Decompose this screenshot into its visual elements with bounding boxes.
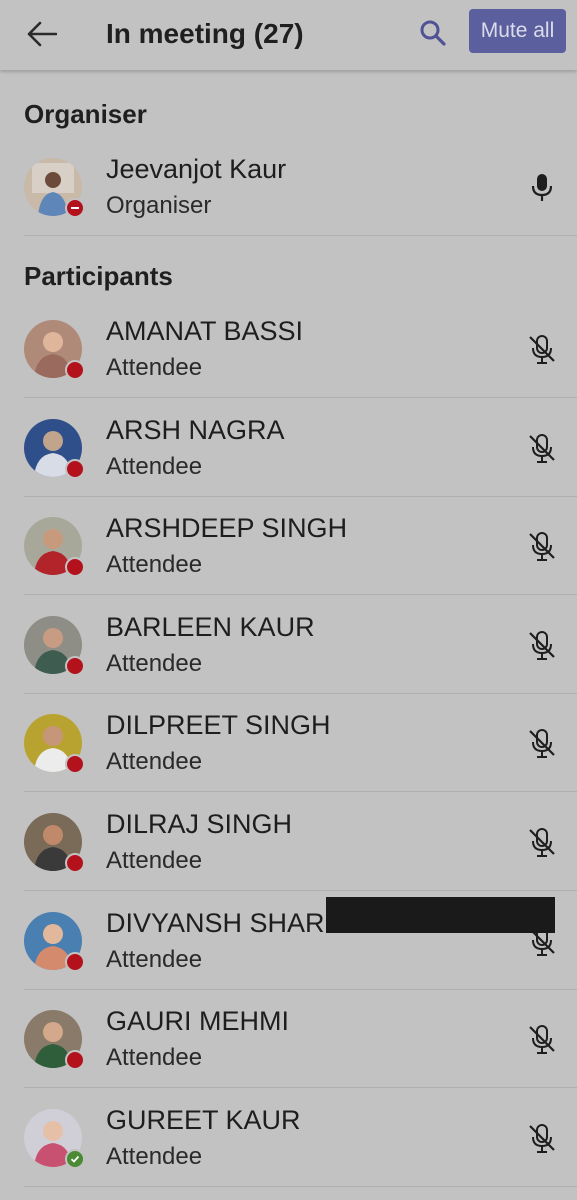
- participant-row[interactable]: GAURI MEHMI Attendee: [0, 990, 577, 1089]
- busy-status-icon: [65, 1050, 85, 1071]
- busy-status-icon: [65, 754, 85, 775]
- organiser-section-title: Organiser: [24, 99, 147, 129]
- participant-name: ARSH NAGRA: [106, 414, 285, 445]
- avatar: [24, 714, 85, 775]
- back-button[interactable]: [22, 14, 62, 54]
- microphone-off-icon: [529, 532, 555, 562]
- search-button[interactable]: [412, 12, 454, 54]
- microphone-off-icon: [529, 729, 555, 759]
- participant-row-organiser[interactable]: Jeevanjot Kaur Organiser: [0, 138, 577, 236]
- participant-role: Attendee: [106, 551, 203, 579]
- participant-name: GAURI MEHMI: [106, 1006, 290, 1037]
- participant-role: Attendee: [106, 945, 203, 973]
- avatar: [24, 911, 85, 972]
- busy-status-icon: [65, 655, 85, 676]
- participant-row[interactable]: ARSHDEEP SINGH Attendee: [0, 497, 577, 596]
- participant-name: DIVYANSH SHAR: [106, 907, 325, 938]
- arrow-left-icon: [27, 21, 57, 47]
- participant-name: BARLEEN KAUR: [106, 611, 315, 642]
- search-icon: [420, 20, 446, 46]
- participant-role: Attendee: [106, 354, 203, 381]
- avatar: [24, 1108, 85, 1169]
- avatar: [24, 517, 85, 578]
- avatar: [24, 320, 85, 380]
- microphone-off-icon: [529, 433, 555, 463]
- participant-name: Jeevanjot Kaur: [106, 154, 287, 184]
- participant-name: DILPREET SINGH: [106, 710, 331, 741]
- participant-row[interactable]: DILRAJ SINGH Attendee: [0, 793, 577, 891]
- participant-row[interactable]: ARSH NAGRA Attendee: [0, 399, 577, 497]
- avatar: [24, 615, 85, 676]
- microphone-off-icon: [529, 828, 555, 857]
- participant-row[interactable]: GUREET KAUR Attendee: [0, 1089, 577, 1187]
- participant-role: Attendee: [106, 748, 203, 776]
- participant-role: Organiser: [106, 192, 212, 219]
- available-status-icon: [65, 1148, 85, 1169]
- mute-all-button[interactable]: Mute all: [469, 9, 566, 53]
- participant-row[interactable]: AMANAT BASSI Attendee: [0, 300, 577, 398]
- divider: [24, 1185, 577, 1187]
- participant-name: GUREET KAUR: [106, 1104, 301, 1135]
- participant-name: AMANAT BASSI: [106, 316, 304, 346]
- microphone-icon: [531, 174, 553, 201]
- participant-row[interactable]: DILPREET SINGH Attendee: [0, 694, 577, 793]
- participant-name: DILRAJ SINGH: [106, 809, 293, 839]
- avatar: [24, 158, 85, 218]
- page-title: In meeting (27): [106, 18, 304, 49]
- participant-row[interactable]: BARLEEN KAUR Attendee: [0, 596, 577, 694]
- participant-role: Attendee: [106, 452, 203, 480]
- participant-role: Attendee: [106, 1142, 203, 1170]
- participant-role: Attendee: [106, 847, 203, 874]
- busy-status-icon: [65, 951, 85, 972]
- participant-role: Attendee: [106, 649, 203, 677]
- avatar: [24, 418, 85, 479]
- microphone-off-icon: [529, 1025, 555, 1055]
- microphone-off-icon: [529, 1123, 555, 1153]
- top-app-bar: In meeting (27) Mute all: [0, 0, 577, 70]
- redaction-box: [326, 897, 555, 933]
- busy-status-icon: [65, 458, 85, 479]
- busy-status-icon: [65, 853, 85, 873]
- busy-status-icon: [65, 360, 85, 380]
- participants-section-title: Participants: [24, 261, 173, 291]
- microphone-off-icon: [529, 630, 555, 660]
- do-not-disturb-icon: [65, 198, 85, 218]
- microphone-off-icon: [529, 335, 555, 364]
- participant-role: Attendee: [106, 1044, 203, 1072]
- busy-status-icon: [65, 557, 85, 578]
- divider: [24, 235, 577, 236]
- participant-name: ARSHDEEP SINGH: [106, 513, 348, 544]
- avatar: [24, 1010, 85, 1071]
- avatar: [24, 813, 85, 873]
